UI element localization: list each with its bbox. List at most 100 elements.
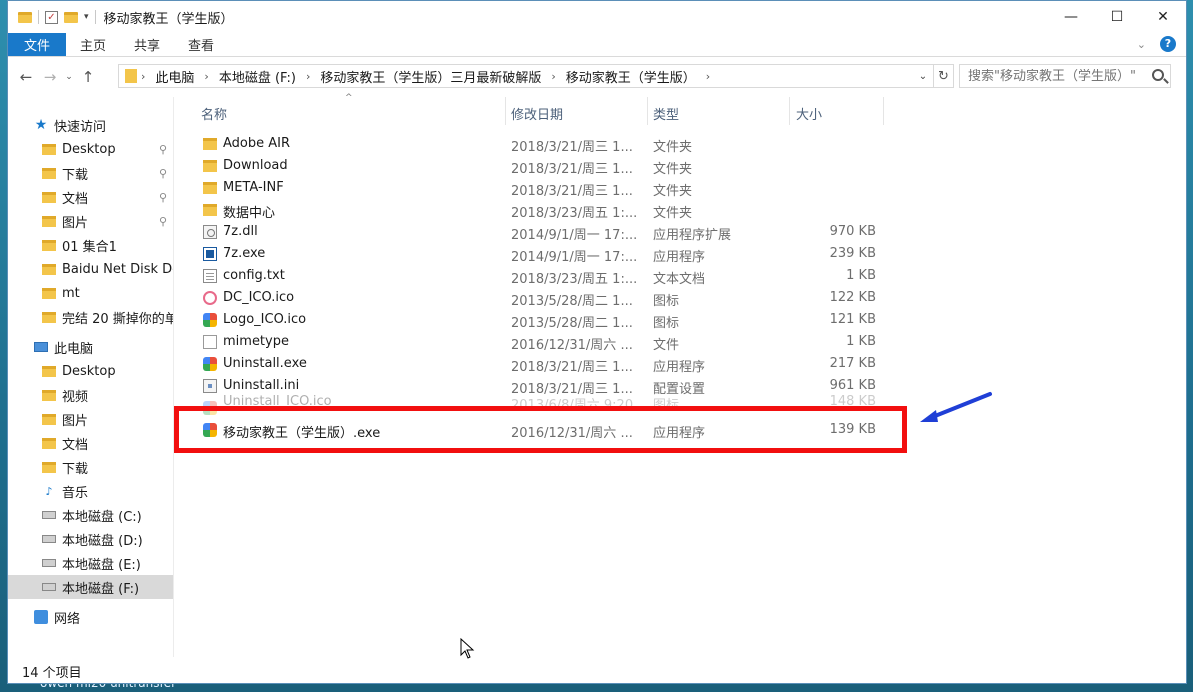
address-history-dropdown[interactable]: ⌄ <box>915 65 931 87</box>
refresh-icon[interactable]: ↻ <box>933 65 953 87</box>
file-row[interactable]: Download 2018/3/21/周三 1... 文件夹 <box>175 155 1186 177</box>
sidebar-item-label: 本地磁盘 (E:) <box>62 557 141 573</box>
pin-icon[interactable]: ⚲ <box>159 191 167 204</box>
tab-home[interactable]: 主页 <box>66 33 120 56</box>
back-button[interactable]: ← <box>14 68 38 86</box>
breadcrumb-parent-folder[interactable]: 移动家教王（学生版）三月最新破解版 <box>314 67 547 86</box>
file-date: 2013/5/28/周二 1... <box>511 316 633 331</box>
file-row[interactable]: 移动家教王（学生版）.exe 2016/12/31/周六 ... 应用程序 139 K… <box>175 419 1186 441</box>
chevron-right-icon[interactable]: › <box>200 70 212 83</box>
music-folder-icon: ♪ <box>45 484 53 498</box>
maximize-button[interactable]: ☐ <box>1094 1 1140 33</box>
sidebar-item[interactable]: mt <box>8 281 173 305</box>
recent-locations-button[interactable]: ⌄ <box>62 72 76 82</box>
file-row[interactable]: 7z.dll 2014/9/1/周一 17:... 应用程序扩展 970 KB <box>175 221 1186 243</box>
pin-icon[interactable]: ⚲ <box>159 143 167 156</box>
folder-icon <box>125 69 137 83</box>
file-row[interactable]: META-INF 2018/3/21/周三 1... 文件夹 <box>175 177 1186 199</box>
sidebar-item[interactable]: ♪ 音乐 <box>8 479 173 503</box>
sidebar-item-label: 01 集合1 <box>62 239 117 255</box>
search-input[interactable] <box>968 68 1138 84</box>
breadcrumb-drive-f[interactable]: 本地磁盘 (F:) <box>213 67 302 86</box>
chevron-right-icon[interactable]: › <box>702 70 714 83</box>
pin-icon[interactable]: ⚲ <box>159 215 167 228</box>
sidebar-item[interactable]: 01 集合1 <box>8 233 173 257</box>
sidebar-item[interactable]: 本地磁盘 (C:) <box>8 503 173 527</box>
file-row[interactable]: DC_ICO.ico 2013/5/28/周二 1... 图标 122 KB <box>175 287 1186 309</box>
search-box[interactable] <box>959 64 1171 88</box>
file-row[interactable]: config.txt 2018/3/23/周五 1:... 文本文档 1 KB <box>175 265 1186 287</box>
folder-icon <box>42 263 56 275</box>
sidebar-item[interactable]: 本地磁盘 (D:) <box>8 527 173 551</box>
sidebar-item[interactable]: 图片 ⚲ <box>8 209 173 233</box>
tab-share[interactable]: 共享 <box>120 33 174 56</box>
sidebar-item[interactable]: 本地磁盘 (E:) <box>8 551 173 575</box>
file-row[interactable]: 7z.exe 2014/9/1/周一 17:... 应用程序 239 KB <box>175 243 1186 265</box>
navigation-pane: ★ 快速访问 Desktop ⚲ 下载 ⚲ 文档 ⚲ 图片 ⚲ 01 集合1 Baidu Net Di… <box>8 97 174 657</box>
file-date: 2018/3/21/周三 1... <box>511 162 633 177</box>
pin-icon[interactable]: ⚲ <box>159 167 167 180</box>
column-header-name[interactable]: 名称 <box>201 104 227 123</box>
address-bar[interactable]: › 此电脑 › 本地磁盘 (F:) › 移动家教王（学生版）三月最新破解版 › … <box>118 64 954 88</box>
breadcrumb-current-folder[interactable]: 移动家教王（学生版） <box>560 67 702 86</box>
file-type: 文件夹 <box>653 206 693 221</box>
chevron-right-icon[interactable]: › <box>547 70 559 83</box>
documents-folder-icon <box>42 191 56 203</box>
sidebar-item[interactable]: 本地磁盘 (F:) <box>8 575 173 599</box>
star-icon: ★ <box>34 117 48 133</box>
file-name: 7z.dll <box>223 224 258 239</box>
sidebar-item[interactable]: 文档 <box>8 431 173 455</box>
folder-icon <box>42 143 56 155</box>
close-button[interactable]: ✕ <box>1140 1 1186 33</box>
up-button[interactable]: ↑ <box>76 68 100 86</box>
chevron-right-icon[interactable]: › <box>137 70 149 83</box>
help-icon[interactable]: ? <box>1160 36 1176 52</box>
properties-icon[interactable]: ✓ <box>45 10 58 24</box>
file-row[interactable]: Logo_ICO.ico 2013/5/28/周二 1... 图标 121 KB <box>175 309 1186 331</box>
file-type: 应用程序 <box>653 426 706 441</box>
breadcrumb-this-pc[interactable]: 此电脑 <box>149 67 200 86</box>
chevron-right-icon[interactable]: › <box>302 70 314 83</box>
column-header-size[interactable]: 大小 <box>796 104 822 123</box>
column-header-date[interactable]: 修改日期 <box>511 104 563 123</box>
new-folder-icon[interactable] <box>64 11 78 23</box>
file-date: 2018/3/21/周三 1... <box>511 360 633 375</box>
sidebar-item[interactable]: Desktop <box>8 359 173 383</box>
minimize-button[interactable]: — <box>1048 1 1094 33</box>
file-row[interactable]: Uninstall.exe 2018/3/21/周三 1... 应用程序 217 KB <box>175 353 1186 375</box>
search-icon[interactable] <box>1152 69 1164 81</box>
tab-view[interactable]: 查看 <box>174 33 228 56</box>
sidebar-item[interactable]: 此电脑 <box>8 335 173 359</box>
file-row[interactable]: Adobe AIR 2018/3/21/周三 1... 文件夹 <box>175 133 1186 155</box>
quick-access-toolbar: ✓ ▾ <box>8 10 96 24</box>
sidebar-item[interactable]: 视频 <box>8 383 173 407</box>
file-icon <box>203 401 217 415</box>
file-name: 7z.exe <box>223 246 266 261</box>
annotation-arrow-icon <box>920 392 992 422</box>
file-row[interactable]: mimetype 2016/12/31/周六 ... 文件 1 KB <box>175 331 1186 353</box>
sidebar-item[interactable]: 网络 <box>8 605 173 629</box>
sidebar-item[interactable]: 文档 ⚲ <box>8 185 173 209</box>
drive-icon <box>42 583 56 591</box>
sidebar-item-label: 下载 <box>62 167 89 183</box>
file-name: Adobe AIR <box>223 136 291 151</box>
sidebar-item[interactable]: 图片 <box>8 407 173 431</box>
sidebar-item[interactable]: ★ 快速访问 <box>8 113 173 137</box>
sidebar-item[interactable]: Baidu Net Disk Dc <box>8 257 173 281</box>
file-row[interactable]: 数据中心 2018/3/23/周五 1:... 文件夹 <box>175 199 1186 221</box>
tab-file[interactable]: 文件 <box>8 33 67 56</box>
folder-icon[interactable] <box>18 11 32 23</box>
sidebar-item[interactable]: 完结 20 撕掉你的单 <box>8 305 173 329</box>
sidebar-item[interactable]: Desktop ⚲ <box>8 137 173 161</box>
chevron-down-icon[interactable]: ▾ <box>84 12 89 22</box>
file-type: 文件夹 <box>653 140 693 155</box>
file-type: 文件 <box>653 338 680 353</box>
forward-button[interactable]: → <box>38 68 62 86</box>
sidebar-item[interactable]: 下载 <box>8 455 173 479</box>
file-type: 图标 <box>653 316 680 331</box>
expand-ribbon-icon[interactable]: ⌄ <box>1137 38 1146 51</box>
file-row[interactable]: Uninstall_ICO.ico 2013/6/8/周六 9:20 图标 148 K… <box>175 394 1186 415</box>
sidebar-item-label: 下载 <box>62 461 89 477</box>
sidebar-item[interactable]: 下载 ⚲ <box>8 161 173 185</box>
column-header-type[interactable]: 类型 <box>653 104 679 123</box>
